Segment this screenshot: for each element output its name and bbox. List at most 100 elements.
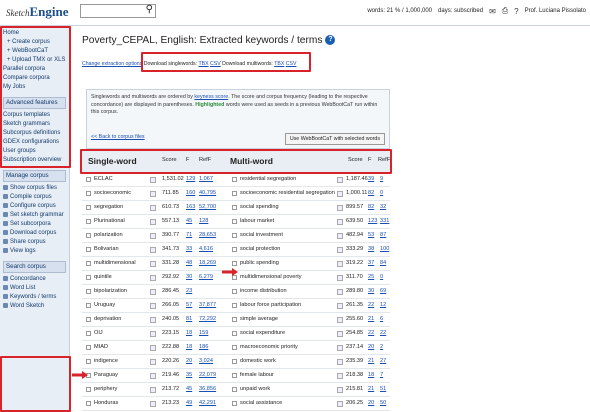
single-reff-link[interactable]: 186 bbox=[199, 344, 208, 350]
help-icon[interactable]: ? bbox=[325, 35, 336, 46]
single-reff-link[interactable]: 18,269 bbox=[199, 260, 216, 266]
single-freq-link[interactable]: 160 bbox=[186, 190, 195, 196]
multi-reff-link[interactable]: 100 bbox=[380, 246, 389, 252]
app-logo[interactable]: SketchEngine bbox=[6, 4, 69, 20]
single-freq-link[interactable]: 18 bbox=[186, 344, 192, 350]
single-freq-link[interactable]: 49 bbox=[186, 400, 192, 406]
multi-freq-link[interactable]: 18 bbox=[368, 372, 374, 378]
email-icon[interactable]: ✉ bbox=[489, 7, 496, 16]
concordance-icon[interactable] bbox=[150, 373, 156, 379]
single-reff-link[interactable]: 159 bbox=[199, 330, 208, 336]
concordance-icon[interactable] bbox=[150, 317, 156, 323]
single-checkbox[interactable] bbox=[86, 331, 91, 336]
sidebar-item-grammars[interactable]: Sketch grammars bbox=[3, 120, 66, 129]
multi-checkbox[interactable] bbox=[232, 247, 237, 252]
concordance-icon[interactable] bbox=[150, 177, 156, 183]
multi-reff-link[interactable]: 27 bbox=[380, 358, 386, 364]
sidebar-item-set-subcorpora[interactable]: Set subcorpora bbox=[3, 220, 66, 229]
single-checkbox[interactable] bbox=[86, 345, 91, 350]
sidebar-item-logs[interactable]: View logs bbox=[3, 247, 66, 256]
single-checkbox[interactable] bbox=[86, 303, 91, 308]
single-checkbox[interactable] bbox=[86, 289, 91, 294]
sidebar-item-subcorpus-defs[interactable]: Subcorpus definitions bbox=[3, 129, 66, 138]
multi-reff-link[interactable]: 87 bbox=[380, 232, 386, 238]
sidebar-item-home[interactable]: Home bbox=[3, 29, 66, 38]
single-checkbox[interactable] bbox=[86, 219, 91, 224]
sidebar-item-configure[interactable]: Configure corpus bbox=[3, 202, 66, 211]
multi-reff-link[interactable]: 22 bbox=[380, 330, 386, 336]
multi-checkbox[interactable] bbox=[232, 359, 237, 364]
multi-checkbox[interactable] bbox=[232, 289, 237, 294]
concordance-icon[interactable] bbox=[337, 289, 343, 295]
multi-f-header[interactable]: F bbox=[368, 157, 371, 163]
multi-freq-link[interactable]: 53 bbox=[368, 232, 374, 238]
multi-freq-link[interactable]: 82 bbox=[368, 204, 374, 210]
keyness-link[interactable]: keyness score bbox=[194, 94, 228, 100]
multi-checkbox[interactable] bbox=[232, 331, 237, 336]
multi-freq-link[interactable]: 21 bbox=[368, 316, 374, 322]
concordance-icon[interactable] bbox=[150, 387, 156, 393]
multi-freq-link[interactable]: 22 bbox=[368, 302, 374, 308]
multi-reff-header[interactable]: RefF bbox=[378, 157, 390, 163]
multi-reff-link[interactable]: 9 bbox=[380, 176, 383, 182]
sidebar-item-show-files[interactable]: Show corpus files bbox=[3, 184, 66, 193]
download-single-tbx[interactable]: TBX bbox=[198, 61, 208, 67]
multi-checkbox[interactable] bbox=[232, 233, 237, 238]
single-checkbox[interactable] bbox=[86, 261, 91, 266]
concordance-icon[interactable] bbox=[337, 331, 343, 337]
single-freq-link[interactable]: 20 bbox=[186, 358, 192, 364]
sidebar-item-user-groups[interactable]: User groups bbox=[3, 147, 66, 156]
single-freq-link[interactable]: 81 bbox=[186, 316, 192, 322]
sidebar-item-subscription[interactable]: Subscription overview bbox=[3, 156, 66, 165]
multi-checkbox[interactable] bbox=[232, 219, 237, 224]
concordance-icon[interactable] bbox=[337, 191, 343, 197]
single-checkbox[interactable] bbox=[86, 275, 91, 280]
concordance-icon[interactable] bbox=[337, 387, 343, 393]
concordance-icon[interactable] bbox=[337, 303, 343, 309]
download-multi-csv[interactable]: CSV bbox=[286, 61, 297, 67]
sidebar-item-wordlist[interactable]: Word List bbox=[3, 284, 66, 293]
single-checkbox[interactable] bbox=[86, 247, 91, 252]
single-freq-link[interactable]: 30 bbox=[186, 274, 192, 280]
search-input[interactable]: ⚲ bbox=[80, 4, 156, 18]
download-multi-tbx[interactable]: TBX bbox=[274, 61, 284, 67]
multi-reff-link[interactable]: 6 bbox=[380, 316, 383, 322]
single-checkbox[interactable] bbox=[86, 387, 91, 392]
single-freq-link[interactable]: 23 bbox=[186, 288, 192, 294]
concordance-icon[interactable] bbox=[150, 401, 156, 407]
multi-freq-link[interactable]: 20 bbox=[368, 344, 374, 350]
sidebar-item-concordance[interactable]: Concordance bbox=[3, 275, 66, 284]
multi-checkbox[interactable] bbox=[232, 345, 237, 350]
multi-checkbox[interactable] bbox=[232, 275, 237, 280]
sidebar-item-compare[interactable]: Compare corpora bbox=[3, 74, 66, 83]
single-checkbox[interactable] bbox=[86, 317, 91, 322]
single-reff-link[interactable]: 52,700 bbox=[199, 204, 216, 210]
single-freq-link[interactable]: 45 bbox=[186, 386, 192, 392]
multi-score-header[interactable]: Score bbox=[348, 157, 363, 163]
multi-freq-link[interactable]: 123 bbox=[368, 218, 377, 224]
concordance-icon[interactable] bbox=[337, 177, 343, 183]
multi-checkbox[interactable] bbox=[232, 373, 237, 378]
concordance-icon[interactable] bbox=[150, 219, 156, 225]
single-checkbox[interactable] bbox=[86, 359, 91, 364]
multi-freq-link[interactable]: 20 bbox=[368, 400, 374, 406]
multi-reff-link[interactable]: 0 bbox=[380, 190, 383, 196]
concordance-icon[interactable] bbox=[337, 275, 343, 281]
multi-reff-link[interactable]: 32 bbox=[380, 204, 386, 210]
multi-reff-link[interactable]: 2 bbox=[380, 344, 383, 350]
single-reff-link[interactable]: 22,079 bbox=[199, 372, 216, 378]
concordance-icon[interactable] bbox=[150, 261, 156, 267]
multi-freq-link[interactable]: 21 bbox=[368, 386, 374, 392]
multi-checkbox[interactable] bbox=[232, 387, 237, 392]
change-options-link[interactable]: Change extraction options bbox=[82, 61, 142, 67]
multi-reff-link[interactable]: 50 bbox=[380, 400, 386, 406]
multi-reff-link[interactable]: 69 bbox=[380, 288, 386, 294]
multi-checkbox[interactable] bbox=[232, 205, 237, 210]
concordance-icon[interactable] bbox=[150, 331, 156, 337]
concordance-icon[interactable] bbox=[337, 261, 343, 267]
concordance-icon[interactable] bbox=[337, 247, 343, 253]
multi-checkbox[interactable] bbox=[232, 261, 237, 266]
multi-reff-link[interactable]: 12 bbox=[380, 302, 386, 308]
multi-checkbox[interactable] bbox=[232, 401, 237, 406]
help-icon[interactable]: ? bbox=[514, 7, 518, 16]
